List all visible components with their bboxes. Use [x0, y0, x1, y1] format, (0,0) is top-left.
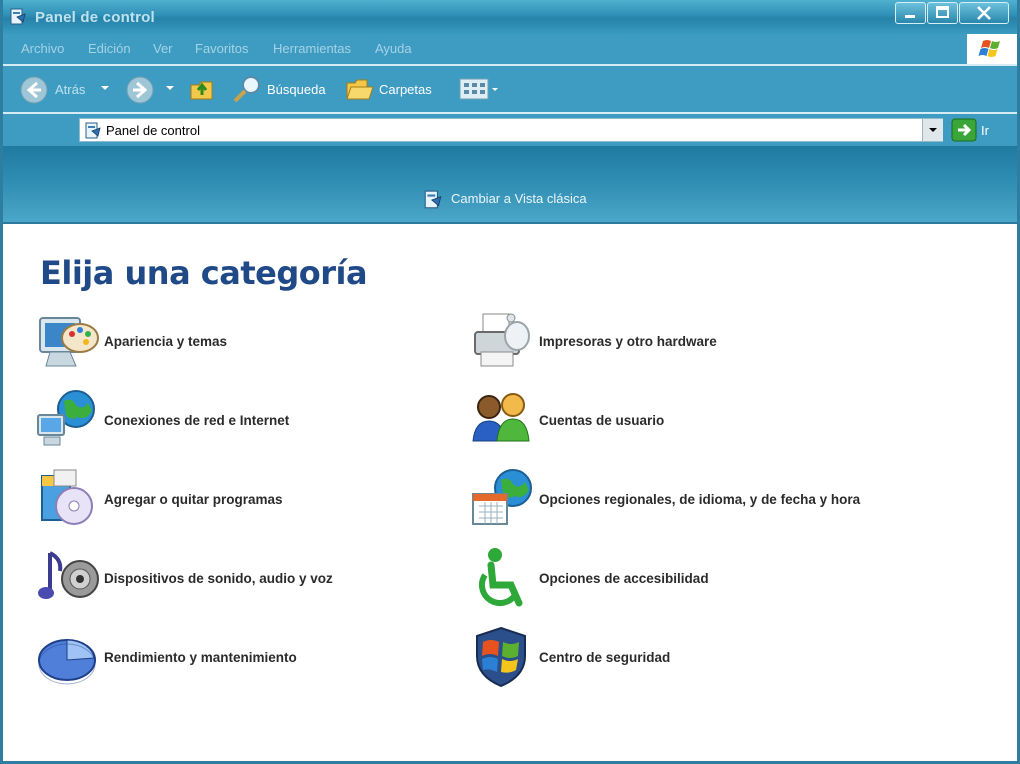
category-label: Opciones regionales, de idioma, y de fec… — [539, 492, 861, 507]
menu-bar: Archivo Edición Ver Favoritos Herramient… — [3, 34, 1017, 66]
folders-button-label[interactable]: Carpetas — [379, 82, 432, 97]
classic-view-icon[interactable] — [423, 190, 443, 210]
category-label: Apariencia y temas — [104, 334, 228, 349]
category-label: Agregar o quitar programas — [104, 492, 283, 507]
category-network-connections[interactable]: Conexiones de red e Internet — [36, 387, 476, 453]
accessibility-icon — [478, 548, 523, 607]
category-label: Centro de seguridad — [539, 650, 671, 665]
back-button-label[interactable]: Atrás — [55, 82, 85, 97]
search-icon[interactable] — [231, 74, 263, 104]
up-folder-icon[interactable] — [188, 75, 216, 103]
category-accessibility[interactable]: Opciones de accesibilidad — [471, 545, 911, 611]
menu-edicion[interactable]: Edición — [88, 41, 131, 56]
category-printers-hardware[interactable]: Impresoras y otro hardware — [471, 308, 911, 374]
address-value: Panel de control — [106, 123, 200, 138]
category-label: Dispositivos de sonido, audio y voz — [104, 571, 333, 586]
menu-ver[interactable]: Ver — [153, 41, 173, 56]
appearance-themes-icon — [39, 317, 99, 367]
go-button-label[interactable]: Ir — [981, 123, 989, 138]
category-add-remove-programs[interactable]: Agregar o quitar programas — [36, 466, 476, 532]
address-input[interactable]: Panel de control — [79, 118, 943, 142]
views-icon[interactable] — [459, 78, 499, 100]
minimize-icon — [905, 15, 915, 18]
category-regional-options[interactable]: Opciones regionales, de idioma, y de fec… — [471, 466, 911, 532]
title-bar[interactable]: Panel de control — [3, 0, 1017, 34]
category-security-center[interactable]: Centro de seguridad — [471, 624, 911, 690]
security-center-icon — [476, 626, 526, 688]
menu-herramientas[interactable]: Herramientas — [273, 41, 351, 56]
category-user-accounts[interactable]: Cuentas de usuario — [471, 387, 911, 453]
back-dropdown-chevron-icon[interactable] — [100, 85, 110, 93]
control-panel-window: Panel de control Archivo Edición Ver Fav… — [0, 0, 1020, 764]
category-label: Opciones de accesibilidad — [539, 571, 709, 586]
main-content: Elija una categoría Apariencia y temas C… — [3, 224, 1017, 761]
category-label: Impresoras y otro hardware — [539, 334, 717, 349]
category-sound-devices[interactable]: Dispositivos de sonido, audio y voz — [36, 545, 476, 611]
close-icon — [977, 6, 991, 20]
performance-maintenance-icon — [38, 639, 96, 685]
go-arrow-icon[interactable] — [951, 118, 977, 142]
add-remove-programs-icon — [41, 469, 93, 525]
menu-ayuda[interactable]: Ayuda — [375, 41, 412, 56]
category-appearance-themes[interactable]: Apariencia y temas — [36, 308, 476, 374]
control-panel-app-icon — [10, 8, 26, 25]
network-connections-icon — [37, 390, 95, 446]
windows-logo — [967, 34, 1017, 64]
maximize-button[interactable] — [927, 2, 958, 24]
address-bar: Panel de control Ir — [3, 114, 1017, 146]
menu-archivo[interactable]: Archivo — [21, 41, 64, 56]
page-title: Elija una categoría — [40, 254, 368, 292]
window-title: Panel de control — [35, 9, 155, 26]
category-performance-maintenance[interactable]: Rendimiento y mantenimiento — [36, 624, 476, 690]
category-label: Conexiones de red e Internet — [104, 413, 290, 428]
user-accounts-icon — [472, 393, 530, 442]
forward-dropdown-chevron-icon[interactable] — [165, 85, 175, 93]
address-dropdown-button[interactable] — [922, 119, 943, 141]
sound-devices-icon — [38, 551, 99, 599]
category-label: Rendimiento y mantenimiento — [104, 650, 297, 665]
regional-options-icon — [472, 469, 532, 525]
forward-arrow-icon[interactable] — [125, 75, 155, 105]
windows-flag-icon — [978, 40, 1000, 57]
maximize-icon — [936, 6, 949, 18]
search-button-label[interactable]: Búsqueda — [267, 82, 326, 97]
printer-hardware-icon — [474, 313, 530, 367]
folders-icon[interactable] — [345, 75, 375, 103]
task-band: Cambiar a Vista clásica — [3, 146, 1017, 224]
toolbar: Atrás Búsqueda Carpetas — [3, 66, 1017, 114]
switch-classic-view-link[interactable]: Cambiar a Vista clásica — [451, 191, 587, 206]
menu-favoritos[interactable]: Favoritos — [195, 41, 248, 56]
minimize-button[interactable] — [895, 2, 926, 24]
chevron-down-icon — [929, 128, 937, 132]
back-arrow-icon[interactable] — [19, 75, 49, 105]
control-panel-address-icon — [85, 122, 101, 139]
category-label: Cuentas de usuario — [539, 413, 665, 428]
close-button[interactable] — [959, 2, 1009, 24]
